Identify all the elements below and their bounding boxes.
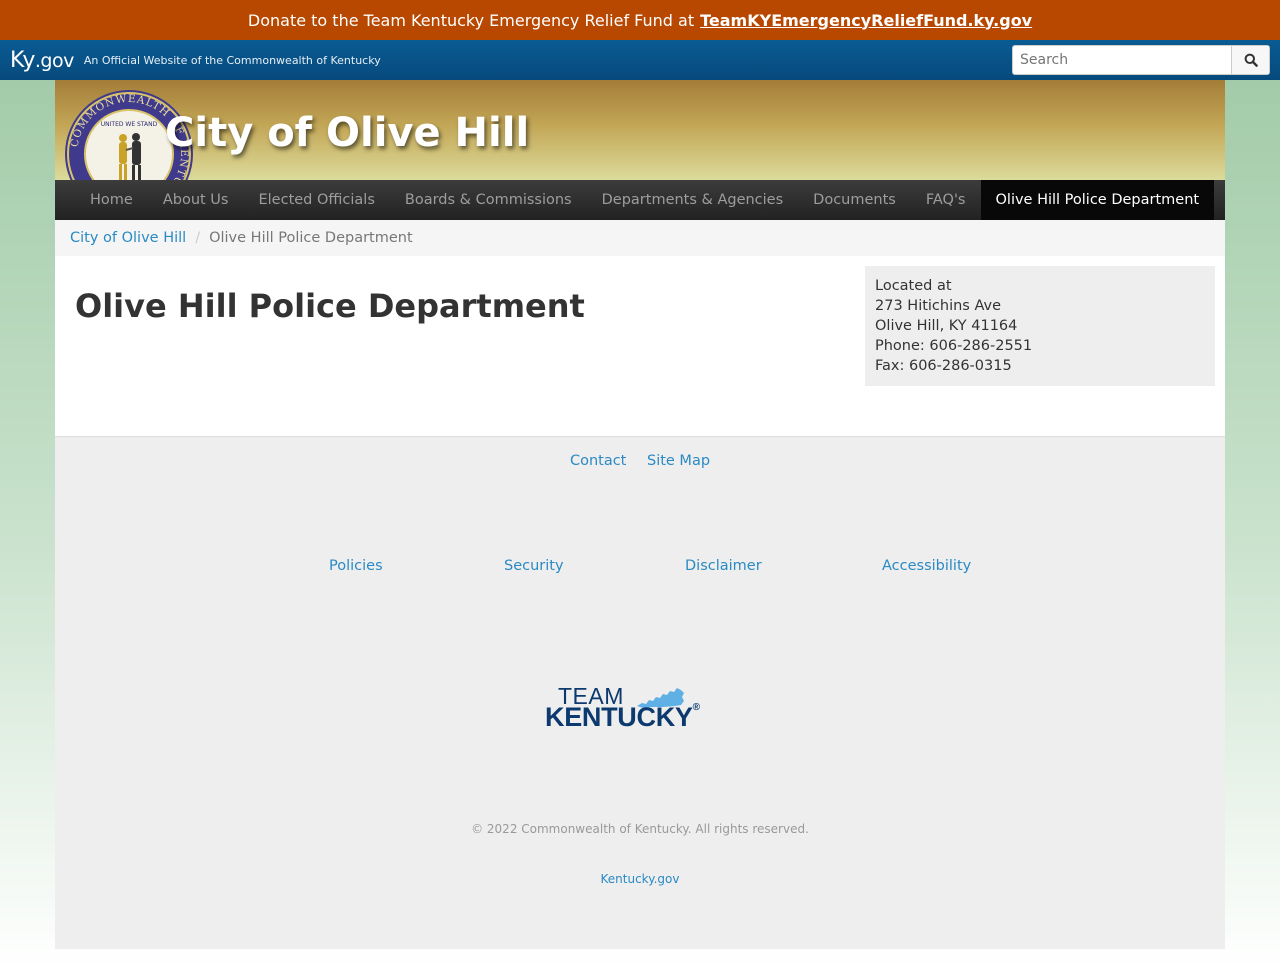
nav-item-home[interactable]: Home: [75, 180, 148, 220]
donate-link[interactable]: TeamKYEmergencyReliefFund.ky.gov: [700, 11, 1032, 30]
copyright-text: © 2022 Commonwealth of Kentucky. All rig…: [471, 822, 809, 836]
kygov-footer-link-wrap: Kentucky.gov: [55, 872, 1225, 886]
nav-item-about-us[interactable]: About Us: [148, 180, 244, 220]
info-phone: Phone: 606-286-2551: [875, 338, 1033, 354]
info-city: Olive Hill, KY 41164: [875, 318, 1018, 334]
footer-sitemap-link[interactable]: Site Map: [647, 453, 710, 469]
breadcrumb: City of Olive Hill / Olive Hill Police D…: [55, 220, 1225, 256]
footer-accessibility-link[interactable]: Accessibility: [882, 558, 971, 574]
team-kentucky-logo[interactable]: TEAM KENTUCKY®: [545, 683, 700, 733]
team-kentucky-registered-mark: ®: [692, 702, 700, 713]
search-button[interactable]: [1231, 46, 1269, 74]
kygov-logo[interactable]: Ky.gov: [10, 48, 74, 73]
info-located: Located at: [875, 278, 952, 294]
kygov-header: Ky.gov An Official Website of the Common…: [0, 40, 1280, 80]
search-box: [1012, 45, 1270, 75]
team-kentucky-word-kentucky-text: KENTUCKY: [545, 702, 693, 732]
nav-item-departments-agencies[interactable]: Departments & Agencies: [587, 180, 799, 220]
footer-top-links: Contact Site Map: [55, 453, 1225, 469]
breadcrumb-current: Olive Hill Police Department: [209, 230, 413, 246]
nav-item-elected-officials[interactable]: Elected Officials: [243, 180, 389, 220]
main-navbar: Home About Us Elected Officials Boards &…: [55, 180, 1225, 220]
nav-item-boards-commissions[interactable]: Boards & Commissions: [390, 180, 587, 220]
footer-contact-link[interactable]: Contact: [570, 453, 626, 469]
info-fax: Fax: 606-286-0315: [875, 358, 1012, 374]
donate-banner: Donate to the Team Kentucky Emergency Re…: [0, 0, 1280, 40]
page-title: Olive Hill Police Department: [75, 287, 585, 325]
nav-item-faqs[interactable]: FAQ's: [911, 180, 981, 220]
page-footer: Contact Site Map Policies Security Discl…: [55, 436, 1225, 949]
breadcrumb-home-link[interactable]: City of Olive Hill: [70, 230, 186, 246]
seal-motto: UNITED WE STAND: [101, 121, 158, 128]
donate-text: Donate to the Team Kentucky Emergency Re…: [247, 10, 695, 30]
search-input[interactable]: [1013, 46, 1231, 74]
kygov-logo-gov: .gov: [34, 49, 74, 72]
kygov-logo-ky: Ky: [10, 47, 35, 73]
nav-item-documents[interactable]: Documents: [798, 180, 911, 220]
breadcrumb-separator: /: [195, 230, 201, 246]
site-title[interactable]: City of Olive Hill: [165, 110, 529, 156]
contact-info-box: Located at 273 Hitichins Ave Olive Hill,…: [865, 266, 1215, 386]
footer-policies-link[interactable]: Policies: [329, 558, 383, 574]
page-container: COMMONWEALTH OF KENTUCKY UNITED WE STAND…: [55, 80, 1225, 949]
site-banner: COMMONWEALTH OF KENTUCKY UNITED WE STAND…: [55, 80, 1225, 180]
kentucky-gov-link[interactable]: Kentucky.gov: [601, 872, 680, 886]
kygov-tagline: An Official Website of the Commonwealth …: [83, 53, 381, 67]
footer-security-link[interactable]: Security: [504, 558, 564, 574]
nav-item-police-department[interactable]: Olive Hill Police Department: [980, 180, 1215, 220]
search-icon: [1244, 53, 1258, 67]
info-street: 273 Hitichins Ave: [875, 298, 1002, 314]
team-kentucky-word-kentucky: KENTUCKY®: [545, 702, 700, 733]
footer-disclaimer-link[interactable]: Disclaimer: [685, 558, 762, 574]
